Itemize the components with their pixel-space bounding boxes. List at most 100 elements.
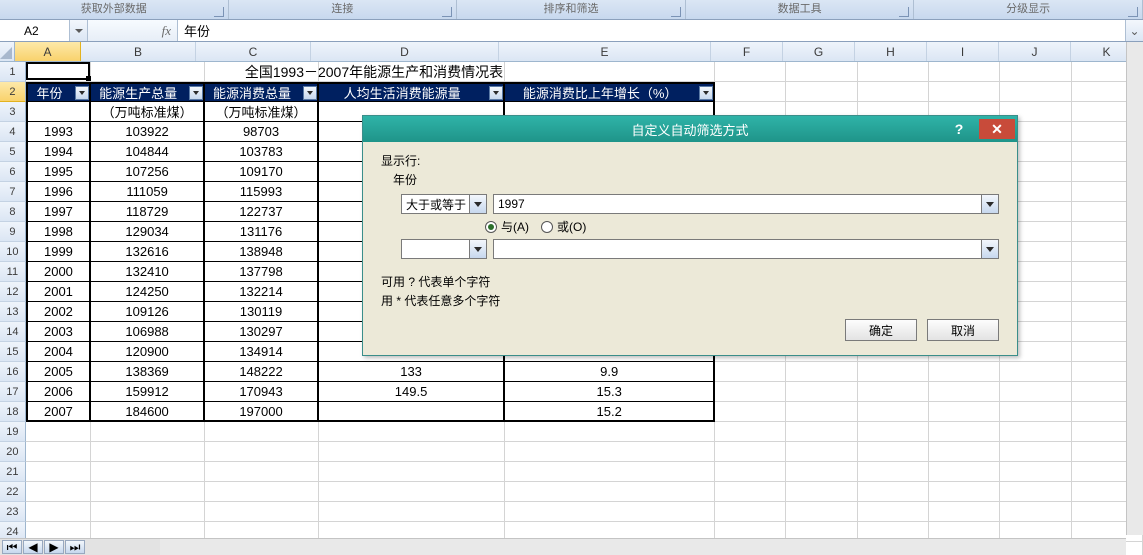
cell[interactable] (715, 402, 786, 422)
name-box-dropdown-icon[interactable] (69, 20, 87, 41)
table-cell[interactable]: 159912 (91, 382, 205, 402)
cell[interactable] (929, 482, 1000, 502)
table-header-4[interactable]: 能源消费比上年增长（%） (505, 82, 715, 102)
table-subheader[interactable]: （万吨标准煤） (91, 102, 205, 122)
row-header-17[interactable]: 17 (0, 382, 26, 402)
cell[interactable] (858, 82, 929, 102)
table-cell[interactable]: 98703 (205, 122, 319, 142)
table-cell[interactable]: 120900 (91, 342, 205, 362)
criteria2-operator-combo[interactable] (401, 239, 487, 259)
cell[interactable] (1000, 502, 1071, 522)
table-cell[interactable]: 2003 (26, 322, 91, 342)
cell[interactable] (91, 502, 205, 522)
table-cell[interactable]: 2005 (26, 362, 91, 382)
row-header-15[interactable]: 15 (0, 342, 26, 362)
table-cell[interactable]: 122737 (205, 202, 319, 222)
tab-first-icon[interactable]: ⏮ (2, 540, 22, 554)
table-cell[interactable]: 138948 (205, 242, 319, 262)
cell[interactable] (858, 462, 929, 482)
cell[interactable] (319, 482, 505, 502)
cell[interactable] (786, 382, 857, 402)
table-cell[interactable]: 124250 (91, 282, 205, 302)
vertical-scrollbar[interactable] (1126, 42, 1143, 535)
table-cell[interactable]: 170943 (205, 382, 319, 402)
cell[interactable] (786, 82, 857, 102)
table-cell[interactable]: 9.9 (505, 362, 715, 382)
col-header-H[interactable]: H (855, 42, 927, 61)
cell[interactable] (929, 422, 1000, 442)
table-cell[interactable]: 109126 (91, 302, 205, 322)
cell[interactable] (26, 482, 91, 502)
col-header-A[interactable]: A (15, 42, 81, 61)
row-header-23[interactable]: 23 (0, 502, 26, 522)
table-cell[interactable]: 1997 (26, 202, 91, 222)
cell[interactable] (91, 422, 205, 442)
cell[interactable] (786, 442, 857, 462)
row-header-1[interactable]: 1 (0, 62, 26, 82)
filter-dropdown-icon[interactable] (303, 86, 317, 100)
row-header-18[interactable]: 18 (0, 402, 26, 422)
col-header-F[interactable]: F (711, 42, 783, 61)
row-header-4[interactable]: 4 (0, 122, 26, 142)
table-subheader[interactable]: （万吨标准煤） (205, 102, 319, 122)
table-header-2[interactable]: 能源消费总量 (205, 82, 319, 102)
cell[interactable] (858, 442, 929, 462)
row-header-8[interactable]: 8 (0, 202, 26, 222)
table-header-0[interactable]: 年份 (26, 82, 91, 102)
cell[interactable] (786, 422, 857, 442)
row-header-7[interactable]: 7 (0, 182, 26, 202)
table-cell[interactable]: 2004 (26, 342, 91, 362)
col-header-E[interactable]: E (499, 42, 711, 61)
cell[interactable] (715, 362, 786, 382)
cell[interactable] (319, 502, 505, 522)
cell[interactable] (929, 82, 1000, 102)
table-header-3[interactable]: 人均生活消费能源量 (319, 82, 505, 102)
table-cell[interactable]: 132410 (91, 262, 205, 282)
cancel-button[interactable]: 取消 (927, 319, 999, 341)
table-cell[interactable]: 132616 (91, 242, 205, 262)
cell[interactable] (929, 362, 1000, 382)
cell[interactable] (319, 442, 505, 462)
cell[interactable] (715, 62, 786, 82)
table-cell[interactable]: 129034 (91, 222, 205, 242)
row-header-21[interactable]: 21 (0, 462, 26, 482)
cell[interactable] (929, 62, 1000, 82)
table-cell[interactable]: 15.2 (505, 402, 715, 422)
table-cell[interactable]: 103783 (205, 142, 319, 162)
cell[interactable] (1000, 82, 1071, 102)
table-header-1[interactable]: 能源生产总量 (91, 82, 205, 102)
ribbon-group-sort-filter[interactable]: 排序和筛选 (457, 0, 686, 19)
table-cell[interactable]: 106988 (91, 322, 205, 342)
cell[interactable] (786, 362, 857, 382)
cell[interactable] (858, 362, 929, 382)
cell[interactable] (1000, 362, 1071, 382)
filter-dropdown-icon[interactable] (699, 86, 713, 100)
table-subheader[interactable] (26, 102, 91, 122)
row-header-11[interactable]: 11 (0, 262, 26, 282)
col-header-I[interactable]: I (927, 42, 999, 61)
row-header-22[interactable]: 22 (0, 482, 26, 502)
row-header-19[interactable]: 19 (0, 422, 26, 442)
cell[interactable] (1000, 462, 1071, 482)
table-cell[interactable]: 103922 (91, 122, 205, 142)
dialog-titlebar[interactable]: 自定义自动筛选方式 ? ✕ (363, 116, 1017, 142)
cell[interactable] (715, 82, 786, 102)
cell[interactable] (858, 482, 929, 502)
cell[interactable] (715, 502, 786, 522)
row-header-3[interactable]: 3 (0, 102, 26, 122)
cell[interactable] (205, 442, 319, 462)
chevron-down-icon[interactable] (469, 240, 486, 258)
cell[interactable] (205, 502, 319, 522)
cell[interactable] (205, 482, 319, 502)
row-header-14[interactable]: 14 (0, 322, 26, 342)
cell[interactable] (205, 422, 319, 442)
tab-prev-icon[interactable]: ◀ (23, 540, 43, 554)
table-cell[interactable]: 15.3 (505, 382, 715, 402)
tab-last-icon[interactable]: ⏭ (65, 540, 85, 554)
row-header-13[interactable]: 13 (0, 302, 26, 322)
cell[interactable] (505, 462, 715, 482)
table-cell[interactable]: 148222 (205, 362, 319, 382)
cell[interactable] (1000, 482, 1071, 502)
select-all-corner[interactable] (0, 42, 15, 61)
criteria1-value-combo[interactable]: 1997 (493, 194, 999, 214)
